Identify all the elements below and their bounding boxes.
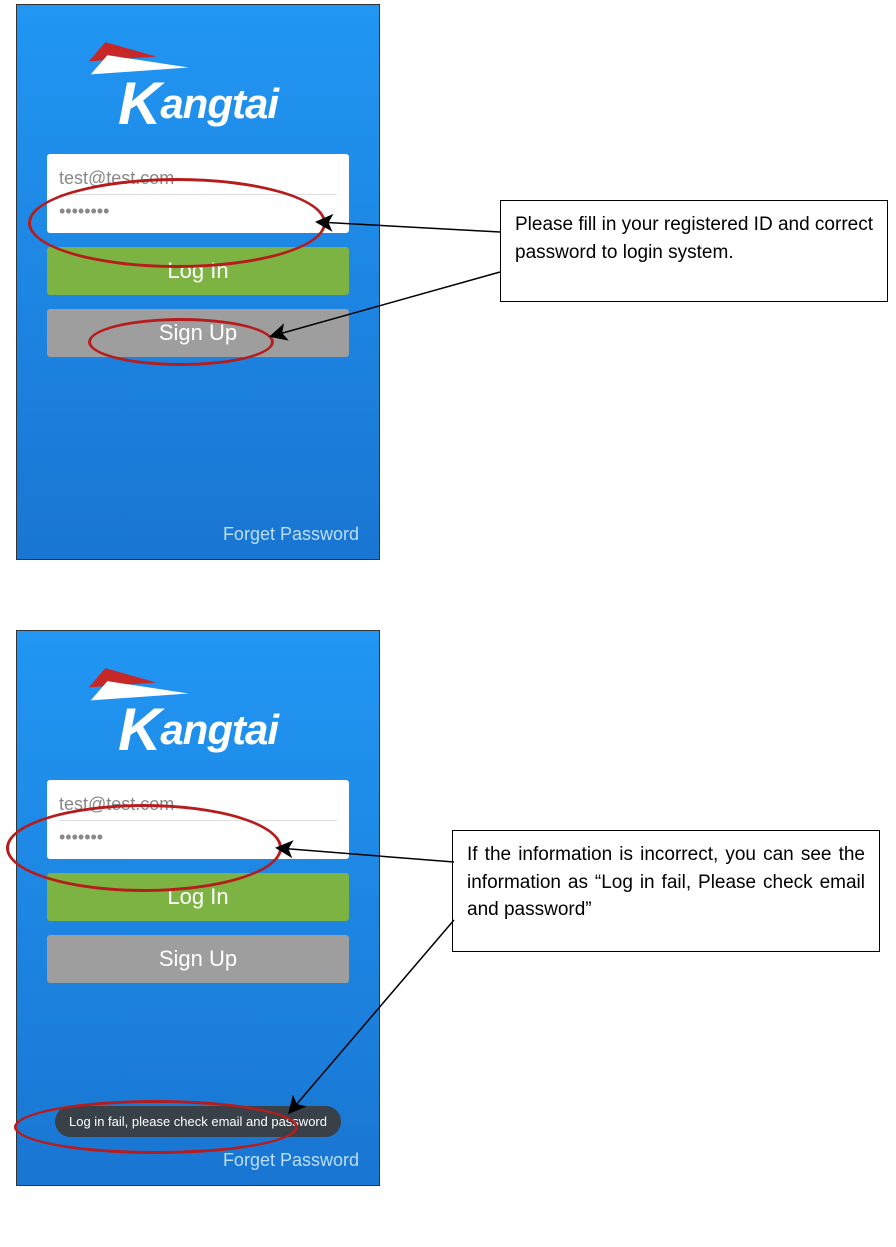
logo-area: Kangtai: [17, 41, 379, 136]
email-field[interactable]: test@test.com: [59, 788, 337, 821]
brand-logo: Kangtai: [68, 41, 328, 131]
error-toast: Log in fail, please check email and pass…: [55, 1106, 341, 1137]
logo-area: Kangtai: [17, 667, 379, 762]
brand-rest: angtai: [160, 80, 278, 127]
signup-button[interactable]: Sign Up: [47, 309, 349, 357]
password-field[interactable]: •••••••: [59, 821, 337, 853]
login-button[interactable]: Log In: [47, 247, 349, 295]
credential-card: test@test.com •••••••: [47, 780, 349, 859]
signup-button[interactable]: Sign Up: [47, 935, 349, 983]
app-screenshot-login-error: Kangtai test@test.com ••••••• Log In Sig…: [16, 630, 380, 1186]
login-button[interactable]: Log In: [47, 873, 349, 921]
brand-rest: angtai: [160, 706, 278, 753]
app-screenshot-login: Kangtai test@test.com •••••••• Log In Si…: [16, 4, 380, 560]
forget-password-link[interactable]: Forget Password: [223, 524, 359, 545]
annotation-callout-2: If the information is incorrect, you can…: [452, 830, 880, 952]
email-field[interactable]: test@test.com: [59, 162, 337, 195]
brand-name: Kangtai: [68, 695, 328, 764]
brand-name: Kangtai: [68, 69, 328, 138]
password-field[interactable]: ••••••••: [59, 195, 337, 227]
brand-logo: Kangtai: [68, 667, 328, 757]
forget-password-link[interactable]: Forget Password: [223, 1150, 359, 1171]
credential-card: test@test.com ••••••••: [47, 154, 349, 233]
annotation-callout-1: Please fill in your registered ID and co…: [500, 200, 888, 302]
